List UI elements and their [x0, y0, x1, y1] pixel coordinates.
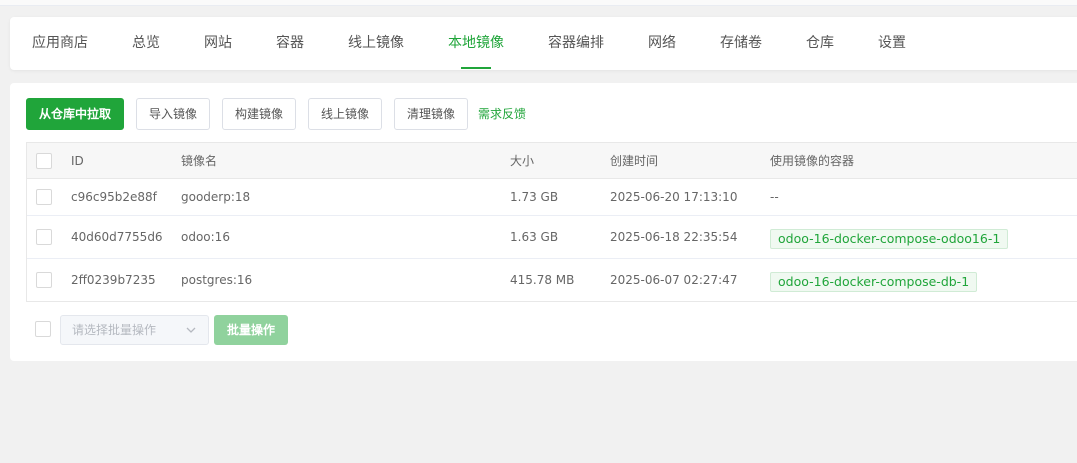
image-name: postgres:16	[181, 273, 253, 287]
image-created: 2025-06-18 22:35:54	[610, 230, 738, 244]
batch-action-button[interactable]: 批量操作	[214, 315, 288, 345]
image-created: 2025-06-20 17:13:10	[610, 190, 738, 204]
nav-tab-bar: 应用商店 总览 网站 容器 线上镜像 本地镜像 容器编排 网络 存储卷 仓库 设…	[10, 17, 1077, 70]
row-checkbox[interactable]	[36, 229, 52, 245]
tab-app-store[interactable]: 应用商店	[32, 17, 88, 70]
tab-websites[interactable]: 网站	[204, 17, 232, 70]
table-row[interactable]: 40d60d7755d6 odoo:16 1.63 GB 2025-06-18 …	[27, 216, 1077, 259]
tab-compose[interactable]: 容器编排	[548, 17, 604, 70]
select-all-checkbox[interactable]	[36, 153, 52, 169]
feedback-link[interactable]: 需求反馈	[478, 98, 526, 130]
clean-images-button[interactable]: 清理镜像	[394, 98, 468, 130]
row-checkbox[interactable]	[36, 272, 52, 288]
header-containers: 使用镜像的容器	[770, 154, 855, 168]
row-checkbox[interactable]	[36, 189, 52, 205]
online-images-button[interactable]: 线上镜像	[308, 98, 382, 130]
chevron-down-icon	[186, 327, 196, 333]
tab-local-images[interactable]: 本地镜像	[448, 17, 504, 70]
batch-select-checkbox[interactable]	[35, 321, 51, 337]
tab-settings[interactable]: 设置	[878, 17, 906, 70]
header-size: 大小	[510, 154, 535, 168]
header-id: ID	[71, 154, 84, 168]
header-image-name: 镜像名	[181, 154, 218, 168]
table-row[interactable]: 2ff0239b7235 postgres:16 415.78 MB 2025-…	[27, 259, 1077, 302]
image-size: 415.78 MB	[510, 273, 575, 287]
tab-online-images[interactable]: 线上镜像	[348, 17, 404, 70]
batch-action-placeholder: 请选择批量操作	[72, 323, 157, 337]
container-tag[interactable]: odoo-16-docker-compose-odoo16-1	[770, 229, 1009, 249]
header-created-time: 创建时间	[610, 154, 659, 168]
images-table: ID 镜像名 大小 创建时间 使用镜像的容器 c96c95b2e88f good…	[26, 142, 1077, 302]
image-id: c96c95b2e88f	[71, 190, 157, 204]
image-name: odoo:16	[181, 230, 230, 244]
local-images-panel: 从仓库中拉取 导入镜像 构建镜像 线上镜像 清理镜像 需求反馈 ID 镜像名 大…	[10, 83, 1077, 361]
image-id: 40d60d7755d6	[71, 230, 163, 244]
container-tag-wrap: odoo-16-docker-compose-odoo16-1	[770, 229, 1009, 249]
image-name: gooderp:18	[181, 190, 251, 204]
image-size: 1.73 GB	[510, 190, 559, 204]
batch-action-select[interactable]: 请选择批量操作	[60, 315, 209, 345]
pull-from-registry-button[interactable]: 从仓库中拉取	[26, 98, 124, 130]
table-row[interactable]: c96c95b2e88f gooderp:18 1.73 GB 2025-06-…	[27, 179, 1077, 216]
active-tab-indicator	[461, 67, 491, 69]
build-image-button[interactable]: 构建镜像	[222, 98, 296, 130]
tab-registry[interactable]: 仓库	[806, 17, 834, 70]
top-strip	[0, 0, 1077, 6]
container-tag-wrap: odoo-16-docker-compose-db-1	[770, 272, 978, 292]
image-created: 2025-06-07 02:27:47	[610, 273, 738, 287]
container-tag[interactable]: odoo-16-docker-compose-db-1	[770, 272, 978, 292]
tab-overview[interactable]: 总览	[132, 17, 160, 70]
image-id: 2ff0239b7235	[71, 273, 156, 287]
tab-containers[interactable]: 容器	[276, 17, 304, 70]
image-containers: --	[770, 190, 779, 204]
tab-networks[interactable]: 网络	[648, 17, 676, 70]
import-image-button[interactable]: 导入镜像	[136, 98, 210, 130]
table-header: ID 镜像名 大小 创建时间 使用镜像的容器	[27, 142, 1077, 179]
tab-volumes[interactable]: 存储卷	[720, 17, 762, 70]
image-size: 1.63 GB	[510, 230, 559, 244]
